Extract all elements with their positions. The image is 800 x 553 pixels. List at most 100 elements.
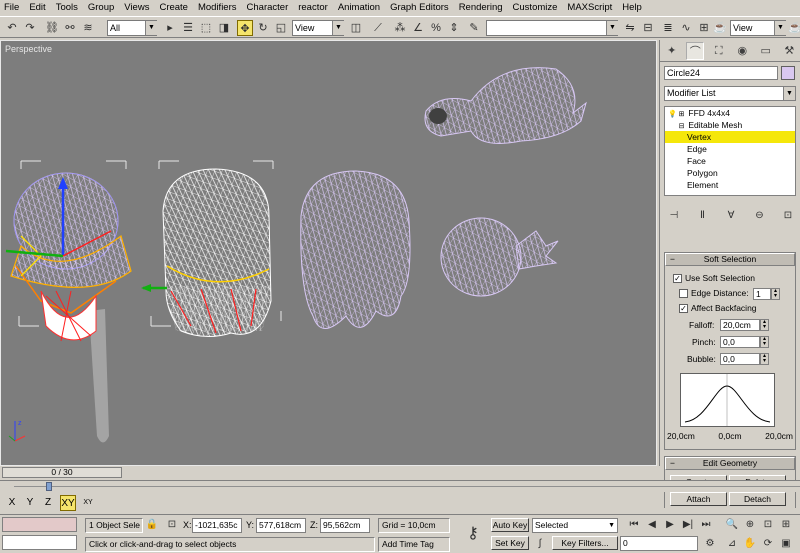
stack-item-face[interactable]: Face	[665, 155, 795, 167]
select-link-icon[interactable]: ⛓	[44, 20, 60, 36]
mesh-object-3[interactable]	[300, 170, 411, 329]
restrict-plane-flyout[interactable]: XY	[80, 495, 96, 511]
percent-snap-icon[interactable]: %	[428, 20, 444, 36]
key-mode-dropdown[interactable]: Selected ▼	[532, 518, 618, 533]
select-manipulate-icon[interactable]: ⟋	[370, 20, 386, 36]
menu-tools[interactable]: Tools	[56, 2, 78, 13]
stack-item-element[interactable]: Element	[665, 179, 795, 191]
stack-item-editable-mesh[interactable]: ⊟ Editable Mesh	[665, 119, 795, 131]
mesh-object-5[interactable]	[440, 217, 559, 297]
stack-item-ffd[interactable]: 💡 ⊞ FFD 4x4x4	[665, 107, 795, 119]
key-icon[interactable]: ⚷	[461, 522, 485, 546]
named-selection-dropdown[interactable]: ▼	[486, 20, 618, 36]
motion-tab-icon[interactable]: ◉	[733, 42, 751, 60]
show-end-result-icon[interactable]: Ⅱ	[695, 208, 711, 224]
unlink-icon[interactable]: ⚯	[62, 20, 78, 36]
time-slider[interactable]: 0 / 30	[2, 467, 122, 478]
edge-distance-checkbox[interactable]: Edge Distance:	[679, 288, 749, 299]
zoom-icon[interactable]: 🔍	[724, 517, 740, 533]
curve-editor-icon[interactable]: ∿	[678, 20, 694, 36]
redo-icon[interactable]: ↷	[22, 20, 38, 36]
time-configuration-icon[interactable]: ⚙	[702, 536, 718, 552]
remove-modifier-icon[interactable]: ⊖	[752, 208, 768, 224]
z-coordinate-field[interactable]: 95,562cm	[320, 518, 370, 533]
absolute-mode-icon[interactable]: ⊡	[164, 517, 180, 533]
default-tangents-icon[interactable]: ∫	[532, 536, 548, 552]
add-time-tag-button[interactable]: Add Time Tag	[378, 537, 450, 552]
pinch-spinner[interactable]: 0,0 ▴ ▾	[720, 336, 769, 348]
menu-file[interactable]: File	[4, 2, 19, 13]
field-of-view-icon[interactable]: ⊿	[724, 536, 740, 552]
align-icon[interactable]: ⊟	[640, 20, 656, 36]
set-key-button[interactable]: Set Key	[491, 536, 529, 550]
auto-key-button[interactable]: Auto Key	[491, 518, 529, 532]
menu-views[interactable]: Views	[124, 2, 149, 13]
stack-item-polygon[interactable]: Polygon	[665, 167, 795, 179]
edge-distance-spinner[interactable]: 1 ▴ ▾	[753, 288, 780, 300]
make-unique-icon[interactable]: ∀	[723, 208, 739, 224]
go-to-start-icon[interactable]: ⏮	[626, 517, 642, 533]
layer-manager-icon[interactable]: ≣	[660, 20, 676, 36]
menu-create[interactable]: Create	[159, 2, 188, 13]
restrict-xy-button[interactable]: XY	[60, 495, 76, 511]
mesh-object-2[interactable]	[141, 168, 272, 337]
pan-icon[interactable]: ✋	[742, 536, 758, 552]
hierarchy-tab-icon[interactable]: ⛶	[710, 42, 728, 60]
select-object-icon[interactable]: ▸	[162, 20, 178, 36]
rect-selection-icon[interactable]: ⬚	[198, 20, 214, 36]
spinner-snap-icon[interactable]: ⇕	[446, 20, 462, 36]
named-selection-icon[interactable]: ✎	[466, 20, 482, 36]
select-by-name-icon[interactable]: ☰	[180, 20, 196, 36]
current-frame-field[interactable]: 0	[620, 536, 698, 551]
affect-backfacing-checkbox[interactable]: ✓ Affect Backfacing	[679, 303, 757, 314]
restrict-z-button[interactable]: Z	[40, 495, 56, 511]
menu-character[interactable]: Character	[247, 2, 289, 13]
bubble-spinner[interactable]: 0,0 ▴ ▾	[720, 353, 769, 365]
select-rotate-icon[interactable]: ↻	[255, 20, 271, 36]
menu-edit[interactable]: Edit	[29, 2, 45, 13]
create-tab-icon[interactable]: ✦	[663, 42, 681, 60]
go-to-end-icon[interactable]: ⏭	[698, 517, 714, 533]
maxscript-listener-output[interactable]	[2, 535, 77, 550]
selection-filter-dropdown[interactable]: All ▼	[107, 20, 157, 36]
perspective-viewport[interactable]: Perspective z	[0, 40, 657, 466]
utilities-tab-icon[interactable]: ⚒	[780, 42, 798, 60]
menu-help[interactable]: Help	[622, 2, 642, 13]
modify-tab-icon[interactable]: ⌒	[686, 41, 705, 60]
zoom-extents-icon[interactable]: ⊡	[760, 517, 776, 533]
menu-animation[interactable]: Animation	[338, 2, 380, 13]
reference-coordinate-dropdown[interactable]: View ▼	[292, 20, 344, 36]
edit-geometry-header[interactable]: − Edit Geometry	[665, 457, 795, 470]
menu-group[interactable]: Group	[88, 2, 114, 13]
quick-render-icon[interactable]: ☕	[788, 20, 800, 36]
key-filters-button[interactable]: Key Filters...	[552, 536, 618, 550]
stack-item-edge[interactable]: Edge	[665, 143, 795, 155]
select-scale-icon[interactable]: ◱	[273, 20, 289, 36]
menu-reactor[interactable]: reactor	[298, 2, 328, 13]
stack-item-vertex[interactable]: Vertex	[665, 131, 795, 143]
track-bar[interactable]	[0, 480, 800, 492]
menu-maxscript[interactable]: MAXScript	[567, 2, 612, 13]
undo-icon[interactable]: ↶	[4, 20, 20, 36]
mesh-object-1[interactable]	[5, 172, 132, 342]
mirror-icon[interactable]: ⇋	[622, 20, 638, 36]
lock-icon[interactable]: 🔒	[144, 517, 160, 533]
next-frame-icon[interactable]: ▶|	[680, 517, 696, 533]
use-soft-selection-checkbox[interactable]: ✓ Use Soft Selection	[673, 273, 755, 284]
track-cursor[interactable]	[46, 482, 52, 491]
configure-sets-icon[interactable]: ⊡	[780, 208, 796, 224]
arc-rotate-icon[interactable]: ⟳	[760, 536, 776, 552]
pin-stack-icon[interactable]: ⊣	[666, 208, 682, 224]
menu-customize[interactable]: Customize	[513, 2, 558, 13]
object-name-field[interactable]: Circle24	[664, 66, 778, 80]
schematic-view-icon[interactable]: ⊞	[696, 20, 712, 36]
zoom-extents-all-icon[interactable]: ⊞	[778, 517, 794, 533]
x-coordinate-field[interactable]: -1021,635c	[192, 518, 242, 533]
y-coordinate-field[interactable]: 577,618cm	[256, 518, 306, 533]
mesh-object-4[interactable]	[424, 67, 587, 144]
previous-frame-icon[interactable]: ◀	[644, 517, 660, 533]
pivot-center-icon[interactable]: ◫	[348, 20, 364, 36]
play-icon[interactable]: ▶	[662, 517, 678, 533]
render-setup-icon[interactable]: ☕	[712, 20, 728, 36]
angle-snap-icon[interactable]: ∠	[410, 20, 426, 36]
